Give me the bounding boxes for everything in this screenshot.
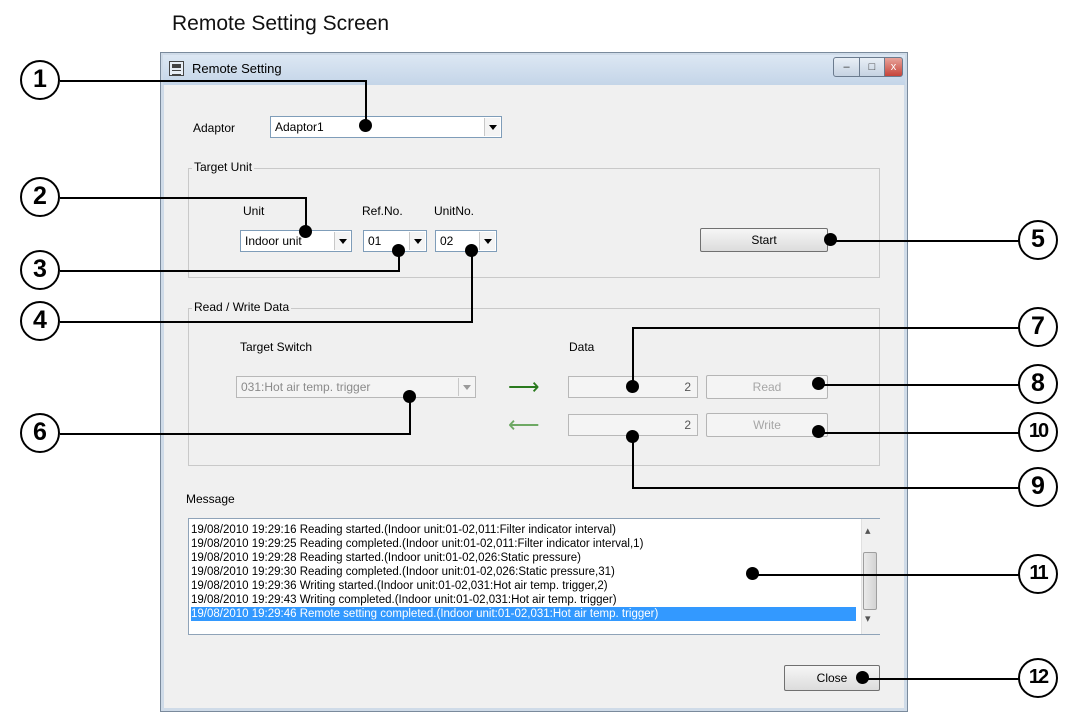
callout-dot [392,244,405,257]
message-line[interactable]: 19/08/2010 19:29:36 Writing started.(Ind… [191,579,856,593]
callout-line [752,574,1020,576]
callout-line [60,197,307,199]
callout-8: 8 [1018,364,1058,404]
figure-caption: Remote Setting Screen [172,12,390,35]
message-line-selected[interactable]: 19/08/2010 19:29:46 Remote setting compl… [191,607,856,621]
callout-dot [812,377,825,390]
window-title: Remote Setting [192,61,282,76]
start-button[interactable]: Start [700,228,828,252]
callout-line [632,327,634,387]
close-window-button[interactable]: x [884,57,903,77]
callout-10: 10 [1018,412,1058,452]
callout-2: 2 [20,177,60,217]
callout-dot [746,567,759,580]
maximize-button[interactable]: □ [859,57,885,77]
write-button[interactable]: Write [706,413,828,437]
arrow-left-icon: ⟵ [508,412,540,437]
adaptor-value: Adaptor1 [275,120,324,134]
callout-line [632,436,634,489]
ref-no-label: Ref.No. [362,204,403,218]
callout-line [60,270,400,272]
callout-line [818,432,1020,434]
chevron-down-icon [484,118,500,136]
message-line[interactable]: 19/08/2010 19:29:28 Reading started.(Ind… [191,551,856,565]
read-write-legend: Read / Write Data [192,300,292,314]
callout-dot [812,425,825,438]
callout-line [818,384,1020,386]
callout-line [634,487,1020,489]
ref-no-value: 01 [368,234,382,248]
callout-6: 6 [20,413,60,453]
scroll-down-icon[interactable]: ▾ [865,612,871,625]
callout-4: 4 [20,301,60,341]
callout-dot [626,380,639,393]
app-icon [169,61,184,76]
chevron-down-icon [334,232,350,250]
message-label: Message [186,492,235,506]
message-list[interactable]: 19/08/2010 19:29:16 Reading started.(Ind… [188,518,880,635]
data-label: Data [569,340,595,354]
callout-12: 12 [1018,658,1058,698]
message-line[interactable]: 19/08/2010 19:29:16 Reading started.(Ind… [191,523,856,537]
target-unit-group [188,168,880,278]
callout-dot [856,671,869,684]
chevron-down-icon [409,232,425,250]
callout-line [471,250,473,323]
callout-line [830,240,1020,242]
target-switch-value: 031:Hot air temp. trigger [241,380,371,394]
callout-dot [465,244,478,257]
message-line[interactable]: 19/08/2010 19:29:43 Writing completed.(I… [191,593,856,607]
arrow-right-icon: ⟶ [508,374,540,399]
message-line[interactable]: 19/08/2010 19:29:25 Reading completed.(I… [191,537,856,551]
minimize-button[interactable]: – [833,57,860,77]
callout-dot [359,119,372,132]
callout-line [60,80,367,82]
callout-line [862,678,1020,680]
chevron-down-icon [458,378,474,396]
target-switch-label: Target Switch [240,340,313,354]
scrollbar-thumb[interactable] [863,552,877,610]
chevron-down-icon [479,232,495,250]
callout-line [634,327,1020,329]
callout-9: 9 [1018,467,1058,507]
target-unit-legend: Target Unit [192,160,255,174]
callout-3: 3 [20,250,60,290]
unit-select[interactable]: Indoor unit [240,230,352,252]
scroll-up-icon[interactable]: ▴ [865,524,871,537]
callout-5: 5 [1018,220,1058,260]
callout-dot [403,390,416,403]
callout-11: 11 [1018,554,1058,594]
callout-7: 7 [1018,307,1058,347]
target-switch-select[interactable]: 031:Hot air temp. trigger [236,376,476,398]
unit-no-value: 02 [440,234,454,248]
adaptor-select[interactable]: Adaptor1 [270,116,502,138]
callout-dot [299,225,312,238]
unit-label: Unit [243,204,265,218]
callout-dot [824,233,837,246]
read-button[interactable]: Read [706,375,828,399]
callout-line [60,433,411,435]
callout-1: 1 [20,60,60,100]
unit-value: Indoor unit [245,234,302,248]
callout-line [60,321,473,323]
adaptor-label: Adaptor [193,121,236,135]
unit-no-label: UnitNo. [434,204,475,218]
callout-dot [626,430,639,443]
